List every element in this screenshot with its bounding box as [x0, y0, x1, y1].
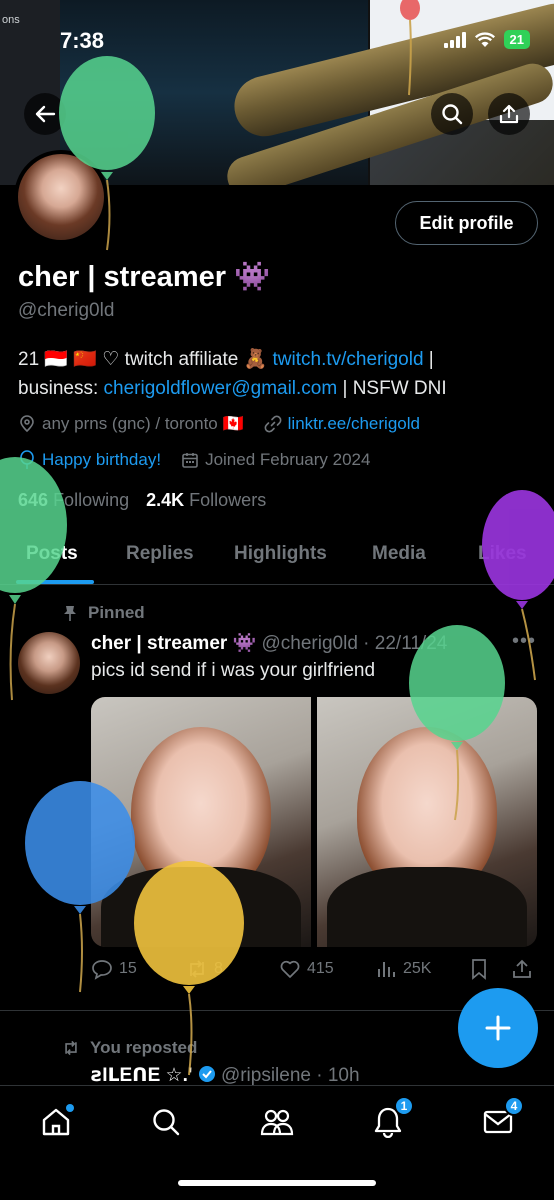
followers-link[interactable]: 2.4K Followers [146, 490, 266, 510]
birthday-link[interactable]: Happy birthday! [42, 450, 161, 470]
following-link[interactable]: 646 Following [18, 490, 129, 510]
nav-messages[interactable]: 4 [478, 1096, 524, 1142]
bio-text-3: | NSFW DNI [337, 378, 447, 399]
profile-tabs: Posts Replies Highlights Media Likes [0, 535, 554, 585]
pin-icon [64, 606, 76, 621]
post-text: pics id send if i was your girlfriend [91, 660, 376, 681]
repost-button[interactable]: 8 [186, 958, 223, 980]
communities-icon [260, 1109, 294, 1136]
reply-button[interactable]: 15 [91, 958, 137, 980]
repost-count: 8 [214, 960, 223, 977]
home-dot [66, 1104, 74, 1112]
like-button[interactable]: 415 [279, 958, 334, 980]
calendar-icon [182, 453, 198, 468]
status-time: 7:38 [60, 28, 105, 53]
profile-location: any prns (gnc) / toronto 🇨🇦 [42, 414, 244, 433]
verified-badge-icon [198, 1066, 215, 1082]
signal-icon [443, 31, 466, 48]
banner-left-text: ons [2, 14, 20, 26]
reply-icon [92, 960, 112, 980]
profile-bio: 21 🇮🇩 🇨🇳 ♡ twitch affiliate 🧸 twitch.tv/… [18, 345, 538, 403]
views-count: 25K [403, 960, 432, 977]
post-author-avatar[interactable] [18, 632, 80, 694]
bio-twitch-link[interactable]: twitch.tv/cherigold [273, 349, 424, 370]
nav-communities[interactable] [257, 1102, 297, 1142]
post-handle-date: @cherig0ld · 22/11/24 [261, 633, 448, 654]
following-label: Following [53, 490, 130, 510]
back-button[interactable] [24, 93, 66, 135]
tab-posts[interactable]: Posts [26, 543, 78, 565]
messages-badge: 4 [504, 1096, 524, 1116]
home-indicator[interactable] [178, 1180, 376, 1186]
search-icon [442, 104, 463, 125]
repost-icon [190, 960, 204, 978]
tab-highlights[interactable]: Highlights [234, 543, 327, 565]
views-button[interactable]: 25K [375, 958, 431, 980]
post-more-icon[interactable]: ••• [512, 630, 536, 653]
edit-profile-button[interactable]: Edit profile [395, 201, 538, 245]
repost-icon [65, 1040, 77, 1056]
post-author-name[interactable]: cher | streamer 👾 [91, 633, 256, 654]
bio-text-2: business: [18, 378, 104, 399]
share-icon [513, 959, 531, 978]
nav-notifications[interactable]: 1 [368, 1096, 414, 1142]
plus-icon [485, 1015, 511, 1041]
second-post-author[interactable]: ꙅIᒪEᑎE ☆.' [91, 1065, 192, 1086]
post-photo-1[interactable] [91, 697, 311, 947]
post-header: cher | streamer 👾 @cherig0ld · 22/11/24 [91, 631, 447, 655]
bookmark-button[interactable] [469, 958, 489, 980]
pinned-label: Pinned [88, 603, 145, 622]
profile-name: cher | streamer 👾 [18, 260, 270, 294]
tab-replies[interactable]: Replies [126, 543, 194, 565]
reposted-label-row: You reposted [62, 1038, 197, 1058]
share-icon [499, 104, 519, 124]
like-count: 415 [307, 960, 334, 977]
nav-home[interactable] [36, 1102, 76, 1142]
arrow-left-icon [35, 105, 56, 123]
following-count: 646 [18, 490, 49, 510]
bio-email-link[interactable]: cherigoldflower@gmail.com [104, 378, 338, 399]
balloon-icon [20, 450, 34, 469]
wifi-icon [474, 31, 495, 47]
bio-text-1: 21 🇮🇩 🇨🇳 ♡ twitch affiliate 🧸 [18, 349, 273, 370]
compose-post-button[interactable] [458, 988, 538, 1068]
views-icon [378, 962, 395, 977]
reply-count: 15 [119, 960, 137, 977]
second-post-header: ꙅIᒪEᑎE ☆.' @ripsilene · 10h [91, 1064, 360, 1087]
profile-name-text: cher | streamer [18, 261, 227, 293]
location-pin-icon [20, 415, 34, 433]
pinned-label-row: Pinned [62, 603, 145, 623]
profile-name-emoji: 👾 [234, 261, 271, 293]
followers-label: Followers [189, 490, 267, 510]
status-indicators: 21 [443, 30, 530, 49]
profile-handle: @cherig0ld [18, 300, 115, 321]
bookmark-icon [472, 959, 486, 980]
notifications-badge: 1 [394, 1096, 414, 1116]
tab-likes[interactable]: Likes [478, 543, 527, 565]
search-icon [153, 1109, 180, 1136]
post-actions: 15 8 415 25K [91, 958, 541, 984]
nav-search[interactable] [146, 1102, 186, 1142]
joined-date: Joined February 2024 [205, 450, 371, 469]
second-post-handle-time: @ripsilene · 10h [220, 1065, 360, 1086]
battery-indicator: 21 [503, 30, 530, 49]
post-share-button[interactable] [511, 958, 533, 980]
photo-subject-body [327, 867, 527, 947]
follow-stats: 646 Following 2.4K Followers [18, 490, 266, 511]
profile-meta-row-1: any prns (gnc) / toronto 🇨🇦 linktr.ee/ch… [18, 414, 420, 434]
followers-count: 2.4K [146, 490, 185, 510]
profile-meta-row-2: Happy birthday! Joined February 2024 [18, 450, 370, 470]
heart-icon [280, 960, 300, 978]
profile-website-link[interactable]: linktr.ee/cherigold [288, 414, 420, 434]
search-button[interactable] [431, 93, 473, 135]
post-photo-2[interactable] [317, 697, 537, 947]
profile-avatar[interactable] [14, 150, 108, 244]
tab-media[interactable]: Media [372, 543, 426, 565]
active-tab-indicator [16, 580, 94, 584]
reposted-label: You reposted [90, 1038, 198, 1057]
share-button[interactable] [488, 93, 530, 135]
photo-subject-body [101, 867, 301, 947]
link-icon [264, 415, 282, 433]
bio-separator: | [423, 349, 434, 370]
